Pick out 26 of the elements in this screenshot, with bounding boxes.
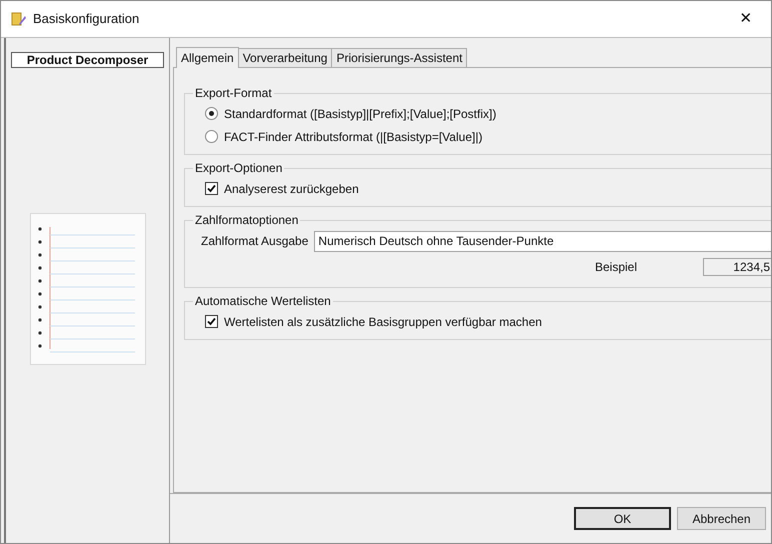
dialog-button[interactable]: Abbrechen [677,507,766,530]
radio-button[interactable] [205,107,218,120]
dropdown-field[interactable]: Numerisch Deutsch ohne Tausender-Punkte [314,230,771,252]
checkbox[interactable] [205,315,218,328]
radio-label: Standardformat ([Basistyp]|[Prefix];[Value];[Postfix]) [224,106,496,122]
radio-label: FACT-Finder Attributsformat (|[Basistyp=[Value]|) [224,128,482,146]
window-title: Basiskonfiguration [33,10,140,28]
app-icon [11,11,27,27]
checkbox[interactable] [205,182,218,195]
readout-field: 1234,5 [703,258,771,276]
tab[interactable]: Priorisierungs-Assistent [332,48,468,67]
field-label: Zahlformat Ausgabe [201,233,308,250]
readout-label: Beispiel [594,259,637,276]
sidebar-title: Product Decomposer [11,52,164,68]
tab[interactable]: Allgemein [176,47,239,68]
notepad-icon [30,213,146,365]
group-title: Export-Optionen [194,160,284,177]
checkbox-label: Analyserest zurückgeben [224,180,359,198]
dialog-button[interactable]: OK [574,507,671,530]
radio-button[interactable] [205,130,218,143]
tab[interactable]: Vorverarbeitung [238,48,332,67]
close-button[interactable]: ✕ [731,4,761,34]
group-title: Automatische Wertelisten [194,293,332,310]
group-title: Export-Format [194,85,273,102]
checkbox-label: Wertelisten als zusätzliche Basisgruppen verfügbar machen [224,314,542,330]
group-title: Zahlformatoptionen [194,212,300,229]
